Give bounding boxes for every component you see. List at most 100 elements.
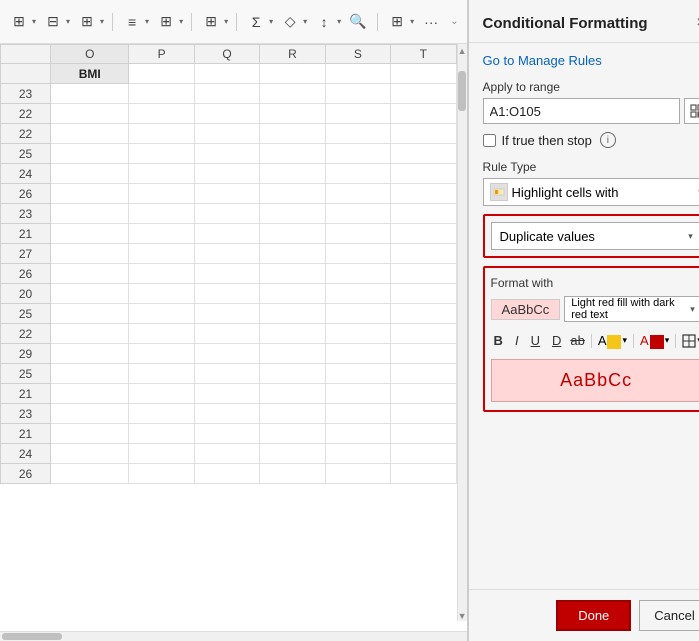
toolbar-icon-3[interactable]: ⊞ [76, 11, 98, 33]
cell-r[interactable] [260, 304, 325, 324]
col-header-q[interactable]: Q [194, 45, 259, 64]
toolbar-icon-diamond[interactable]: ◇ [279, 11, 301, 33]
cell-p[interactable] [129, 124, 194, 144]
cell-r[interactable] [260, 444, 325, 464]
cell-r[interactable] [260, 144, 325, 164]
cell-q[interactable] [194, 324, 259, 344]
cell-o[interactable] [51, 184, 129, 204]
table-row[interactable]: 26 [1, 184, 457, 204]
cell-s[interactable] [325, 364, 390, 384]
cell-t[interactable] [391, 284, 456, 304]
cell-s[interactable] [325, 184, 390, 204]
cell-t[interactable] [391, 164, 456, 184]
table-row[interactable]: 26 [1, 464, 457, 484]
table-row[interactable]: 25 [1, 144, 457, 164]
cell-r[interactable] [260, 264, 325, 284]
underline2-button[interactable]: D [549, 332, 564, 349]
table-row[interactable]: 21 [1, 384, 457, 404]
table-row[interactable]: 24 [1, 444, 457, 464]
toolbar-icon-2[interactable]: ⊟ [42, 11, 64, 33]
cell-q[interactable] [194, 444, 259, 464]
cell-r[interactable] [260, 344, 325, 364]
table-row[interactable]: 20 [1, 284, 457, 304]
cell-t[interactable] [391, 304, 456, 324]
cell-o[interactable] [51, 284, 129, 304]
cancel-button[interactable]: Cancel [639, 600, 699, 631]
cell-s[interactable] [325, 204, 390, 224]
cell-p[interactable] [129, 344, 194, 364]
table-row[interactable]: 22 [1, 124, 457, 144]
cell-t[interactable] [391, 444, 456, 464]
cell-t[interactable] [391, 404, 456, 424]
cell-s[interactable] [325, 464, 390, 484]
borders-button[interactable]: ▾ [682, 334, 699, 348]
table-row[interactable]: 25 [1, 364, 457, 384]
cell-q[interactable] [194, 464, 259, 484]
cell-p[interactable] [129, 184, 194, 204]
cell-p[interactable] [129, 404, 194, 424]
cell-o[interactable] [51, 204, 129, 224]
cell-s[interactable] [325, 264, 390, 284]
cell-o[interactable] [51, 344, 129, 364]
cell-s[interactable] [325, 404, 390, 424]
cell-r[interactable] [260, 384, 325, 404]
cell-t[interactable] [391, 344, 456, 364]
cell-o[interactable] [51, 224, 129, 244]
toolbar-icon-6[interactable]: ⊞ [200, 11, 222, 33]
cell-t[interactable] [391, 124, 456, 144]
table-row[interactable]: 23 [1, 404, 457, 424]
cell-o[interactable] [51, 324, 129, 344]
strikethrough-button[interactable]: ab [570, 333, 584, 348]
toolbar-icon-5[interactable]: ⊞ [155, 11, 177, 33]
cell-s[interactable] [325, 104, 390, 124]
cell-p[interactable] [129, 444, 194, 464]
table-row[interactable]: 27 [1, 244, 457, 264]
toolbar-icon-search[interactable]: 🔍 [347, 11, 369, 33]
cell-t[interactable] [391, 264, 456, 284]
cell-s[interactable] [325, 284, 390, 304]
cell-p[interactable] [129, 164, 194, 184]
col-header-t[interactable]: T [391, 45, 456, 64]
cell-q[interactable] [194, 264, 259, 284]
cell-o[interactable] [51, 124, 129, 144]
table-row[interactable]: 23 [1, 204, 457, 224]
cell-o[interactable] [51, 424, 129, 444]
vertical-scrollbar[interactable]: ▲ ▼ [457, 44, 467, 621]
cell-q[interactable] [194, 204, 259, 224]
text-color-button[interactable]: A ▾ [640, 333, 669, 349]
cell-t[interactable] [391, 384, 456, 404]
cell-o[interactable] [51, 164, 129, 184]
cell-r[interactable] [260, 404, 325, 424]
cell-s[interactable] [325, 144, 390, 164]
cell-o[interactable] [51, 104, 129, 124]
cell-q[interactable] [194, 164, 259, 184]
table-row[interactable]: 21 [1, 224, 457, 244]
toolbar-collapse[interactable]: ⌄ [450, 16, 458, 27]
cell-t[interactable] [391, 184, 456, 204]
table-row[interactable]: 25 [1, 304, 457, 324]
cell-s[interactable] [325, 324, 390, 344]
underline-button[interactable]: U [528, 332, 543, 349]
cell-r[interactable] [260, 284, 325, 304]
cell-p[interactable] [129, 324, 194, 344]
cell-o[interactable] [51, 364, 129, 384]
scroll-thumb[interactable] [458, 71, 466, 111]
close-button[interactable]: × [692, 12, 699, 34]
cell-q[interactable] [194, 104, 259, 124]
cell-s[interactable] [325, 384, 390, 404]
italic-button[interactable]: I [512, 332, 522, 349]
cell-p[interactable] [129, 384, 194, 404]
scroll-up-arrow[interactable]: ▲ [458, 46, 467, 56]
cell-r[interactable] [260, 124, 325, 144]
cell-p[interactable] [129, 464, 194, 484]
table-row[interactable]: 21 [1, 424, 457, 444]
format-desc-select[interactable]: Light red fill with dark red text ▾ [564, 296, 699, 322]
cell-p[interactable] [129, 304, 194, 324]
cell-t[interactable] [391, 144, 456, 164]
cell-r[interactable] [260, 104, 325, 124]
cell-r[interactable] [260, 424, 325, 444]
if-true-then-stop-checkbox[interactable] [483, 134, 496, 147]
cell-r[interactable] [260, 464, 325, 484]
cell-t[interactable] [391, 324, 456, 344]
cell-o[interactable] [51, 244, 129, 264]
